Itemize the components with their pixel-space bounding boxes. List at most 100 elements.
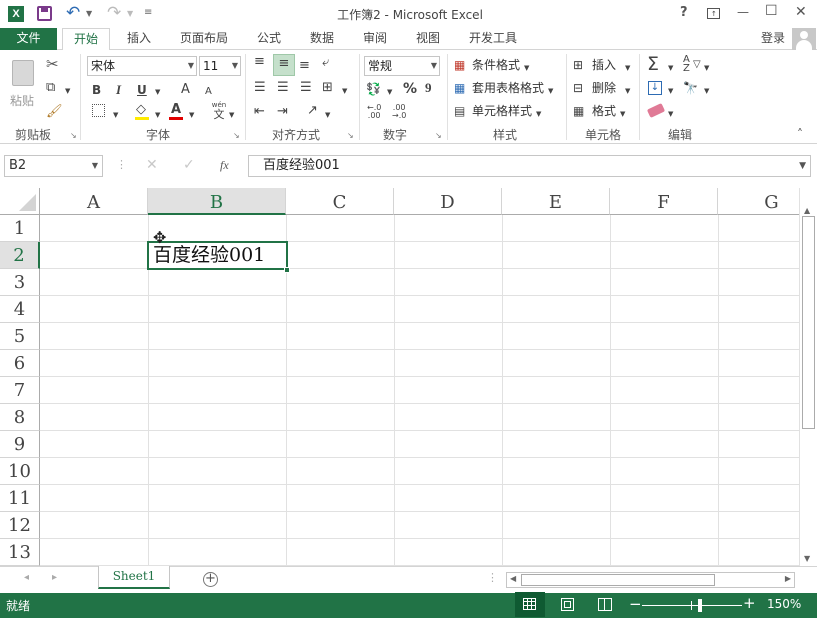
- fill-dropdown-icon[interactable]: ▼: [668, 83, 673, 99]
- insert-cells-button[interactable]: 插入: [592, 57, 616, 73]
- format-as-table-icon[interactable]: ▦: [454, 80, 465, 96]
- page-break-view-icon[interactable]: [598, 598, 612, 611]
- worksheet-grid[interactable]: A B C D E F G 1 2 3 4 5 6 7 8 9 10 11 12 13 百度经验001 ✥: [0, 188, 800, 566]
- sort-filter-funnel-icon[interactable]: ▽: [693, 57, 701, 73]
- close-button[interactable]: ✕: [795, 4, 807, 20]
- merge-center-icon[interactable]: ⊞: [322, 80, 333, 96]
- scroll-right-icon[interactable]: ▶: [785, 574, 791, 583]
- ribbon-display-options-icon[interactable]: ↑: [707, 8, 720, 19]
- tab-home[interactable]: 开始: [62, 28, 110, 51]
- accounting-format-icon[interactable]: 💱: [366, 81, 381, 97]
- row-header-12[interactable]: 12: [0, 512, 40, 539]
- name-box[interactable]: B2 ▼: [4, 155, 103, 177]
- wrap-text-icon[interactable]: ⤶: [322, 55, 329, 71]
- redo-dropdown-icon[interactable]: ▼: [127, 9, 133, 18]
- format-cells-button[interactable]: 格式: [592, 103, 616, 119]
- expand-formula-icon[interactable]: ▼: [799, 156, 806, 176]
- increase-decimal-icon[interactable]: ←.0.00: [367, 104, 381, 120]
- font-color-dropdown-icon[interactable]: ▼: [189, 107, 194, 123]
- zoom-out-button[interactable]: −: [629, 595, 642, 613]
- column-header-g[interactable]: G: [718, 188, 800, 215]
- autosum-dropdown-icon[interactable]: ▼: [668, 60, 673, 76]
- vertical-scroll-thumb[interactable]: [802, 216, 815, 429]
- cancel-icon[interactable]: ✕: [146, 157, 158, 173]
- row-header-2[interactable]: 2: [0, 242, 40, 269]
- align-center-icon[interactable]: ☰: [277, 80, 289, 96]
- shrink-font-button[interactable]: A: [205, 84, 212, 100]
- number-launcher-icon[interactable]: ↘: [435, 128, 442, 144]
- fill-color-dropdown-icon[interactable]: ▼: [155, 107, 160, 123]
- clear-dropdown-icon[interactable]: ▼: [668, 106, 673, 122]
- underline-dropdown-icon[interactable]: ▼: [155, 84, 160, 100]
- italic-button[interactable]: I: [116, 82, 121, 98]
- maximize-button[interactable]: ☐: [765, 3, 778, 19]
- cell-styles-dropdown-icon[interactable]: ▼: [536, 106, 541, 122]
- help-button[interactable]: ?: [680, 5, 688, 20]
- alignment-launcher-icon[interactable]: ↘: [347, 128, 354, 144]
- tab-splitter-icon[interactable]: ⋮: [487, 571, 498, 584]
- format-as-table-button[interactable]: 套用表格格式: [472, 80, 544, 96]
- row-header-5[interactable]: 5: [0, 323, 40, 350]
- delete-cells-dropdown-icon[interactable]: ▼: [625, 83, 630, 99]
- cut-icon[interactable]: ✂: [46, 56, 59, 72]
- row-header-10[interactable]: 10: [0, 458, 40, 485]
- signin-link[interactable]: 登录: [755, 28, 791, 50]
- underline-button[interactable]: U: [137, 82, 147, 98]
- row-header-7[interactable]: 7: [0, 377, 40, 404]
- tab-formulas[interactable]: 公式: [246, 28, 292, 50]
- normal-view-button[interactable]: [515, 592, 545, 617]
- row-header-4[interactable]: 4: [0, 296, 40, 323]
- customize-qat-icon[interactable]: ≡: [144, 7, 152, 18]
- conditional-format-button[interactable]: 条件格式: [472, 57, 520, 73]
- delete-cells-button[interactable]: 删除: [592, 80, 616, 96]
- undo-dropdown-icon[interactable]: ▼: [86, 9, 92, 18]
- format-cells-icon[interactable]: ▦: [573, 103, 584, 119]
- insert-function-button[interactable]: fx: [220, 158, 229, 173]
- tab-file[interactable]: 文件: [0, 28, 57, 50]
- sheet-tab-sheet1[interactable]: Sheet1: [98, 566, 170, 589]
- insert-cells-icon[interactable]: ⊞: [573, 57, 583, 73]
- add-sheet-button[interactable]: +: [203, 572, 218, 587]
- font-color-icon[interactable]: A: [171, 102, 181, 118]
- orientation-icon[interactable]: ↗: [307, 103, 318, 119]
- phonetic-dropdown-icon[interactable]: ▼: [229, 107, 234, 123]
- vertical-scrollbar[interactable]: ▲ ▼: [799, 188, 817, 566]
- decrease-indent-icon[interactable]: ⇤: [254, 104, 265, 120]
- tab-data[interactable]: 数据: [299, 28, 345, 50]
- comma-button[interactable]: 9: [425, 80, 432, 96]
- row-header-11[interactable]: 11: [0, 485, 40, 512]
- fill-icon[interactable]: ↓: [648, 81, 662, 95]
- borders-icon[interactable]: [92, 104, 105, 117]
- sheet-prev-icon[interactable]: ◂: [24, 572, 29, 583]
- zoom-level[interactable]: 150%: [767, 597, 801, 611]
- formula-input[interactable]: 百度经验001 ▼: [248, 155, 811, 177]
- top-align-icon[interactable]: ≡: [254, 54, 265, 70]
- conditional-format-icon[interactable]: ▦: [454, 57, 465, 73]
- row-header-6[interactable]: 6: [0, 350, 40, 377]
- tab-page-layout[interactable]: 页面布局: [172, 28, 236, 50]
- column-header-f[interactable]: F: [610, 188, 718, 215]
- copy-dropdown-icon[interactable]: ▼: [65, 83, 70, 99]
- enter-icon[interactable]: ✓: [183, 157, 195, 173]
- sheet-next-icon[interactable]: ▸: [52, 572, 57, 583]
- find-select-icon[interactable]: 🔭: [683, 80, 698, 96]
- zoom-slider-thumb[interactable]: [698, 599, 702, 612]
- scroll-up-icon[interactable]: ▲: [804, 206, 810, 215]
- phonetic-guide-icon[interactable]: wén 文: [209, 101, 229, 121]
- page-layout-view-icon[interactable]: [561, 598, 574, 611]
- user-avatar-icon[interactable]: [792, 28, 816, 50]
- zoom-in-button[interactable]: +: [743, 594, 756, 612]
- fill-color-icon[interactable]: ◇: [136, 102, 146, 118]
- align-left-icon[interactable]: ☰: [254, 80, 266, 96]
- format-painter-icon[interactable]: 🖌: [46, 104, 63, 120]
- number-format-combo[interactable]: 常规 ▼: [364, 56, 440, 76]
- tab-insert[interactable]: 插入: [116, 28, 162, 50]
- cell-styles-icon[interactable]: ▤: [454, 103, 465, 119]
- increase-indent-icon[interactable]: ⇥: [277, 104, 288, 120]
- column-header-a[interactable]: A: [40, 188, 148, 215]
- font-name-combo[interactable]: 宋体 ▼: [87, 56, 197, 76]
- row-header-8[interactable]: 8: [0, 404, 40, 431]
- find-select-dropdown-icon[interactable]: ▼: [704, 83, 709, 99]
- clear-icon[interactable]: [646, 103, 666, 118]
- orientation-dropdown-icon[interactable]: ▼: [325, 107, 330, 123]
